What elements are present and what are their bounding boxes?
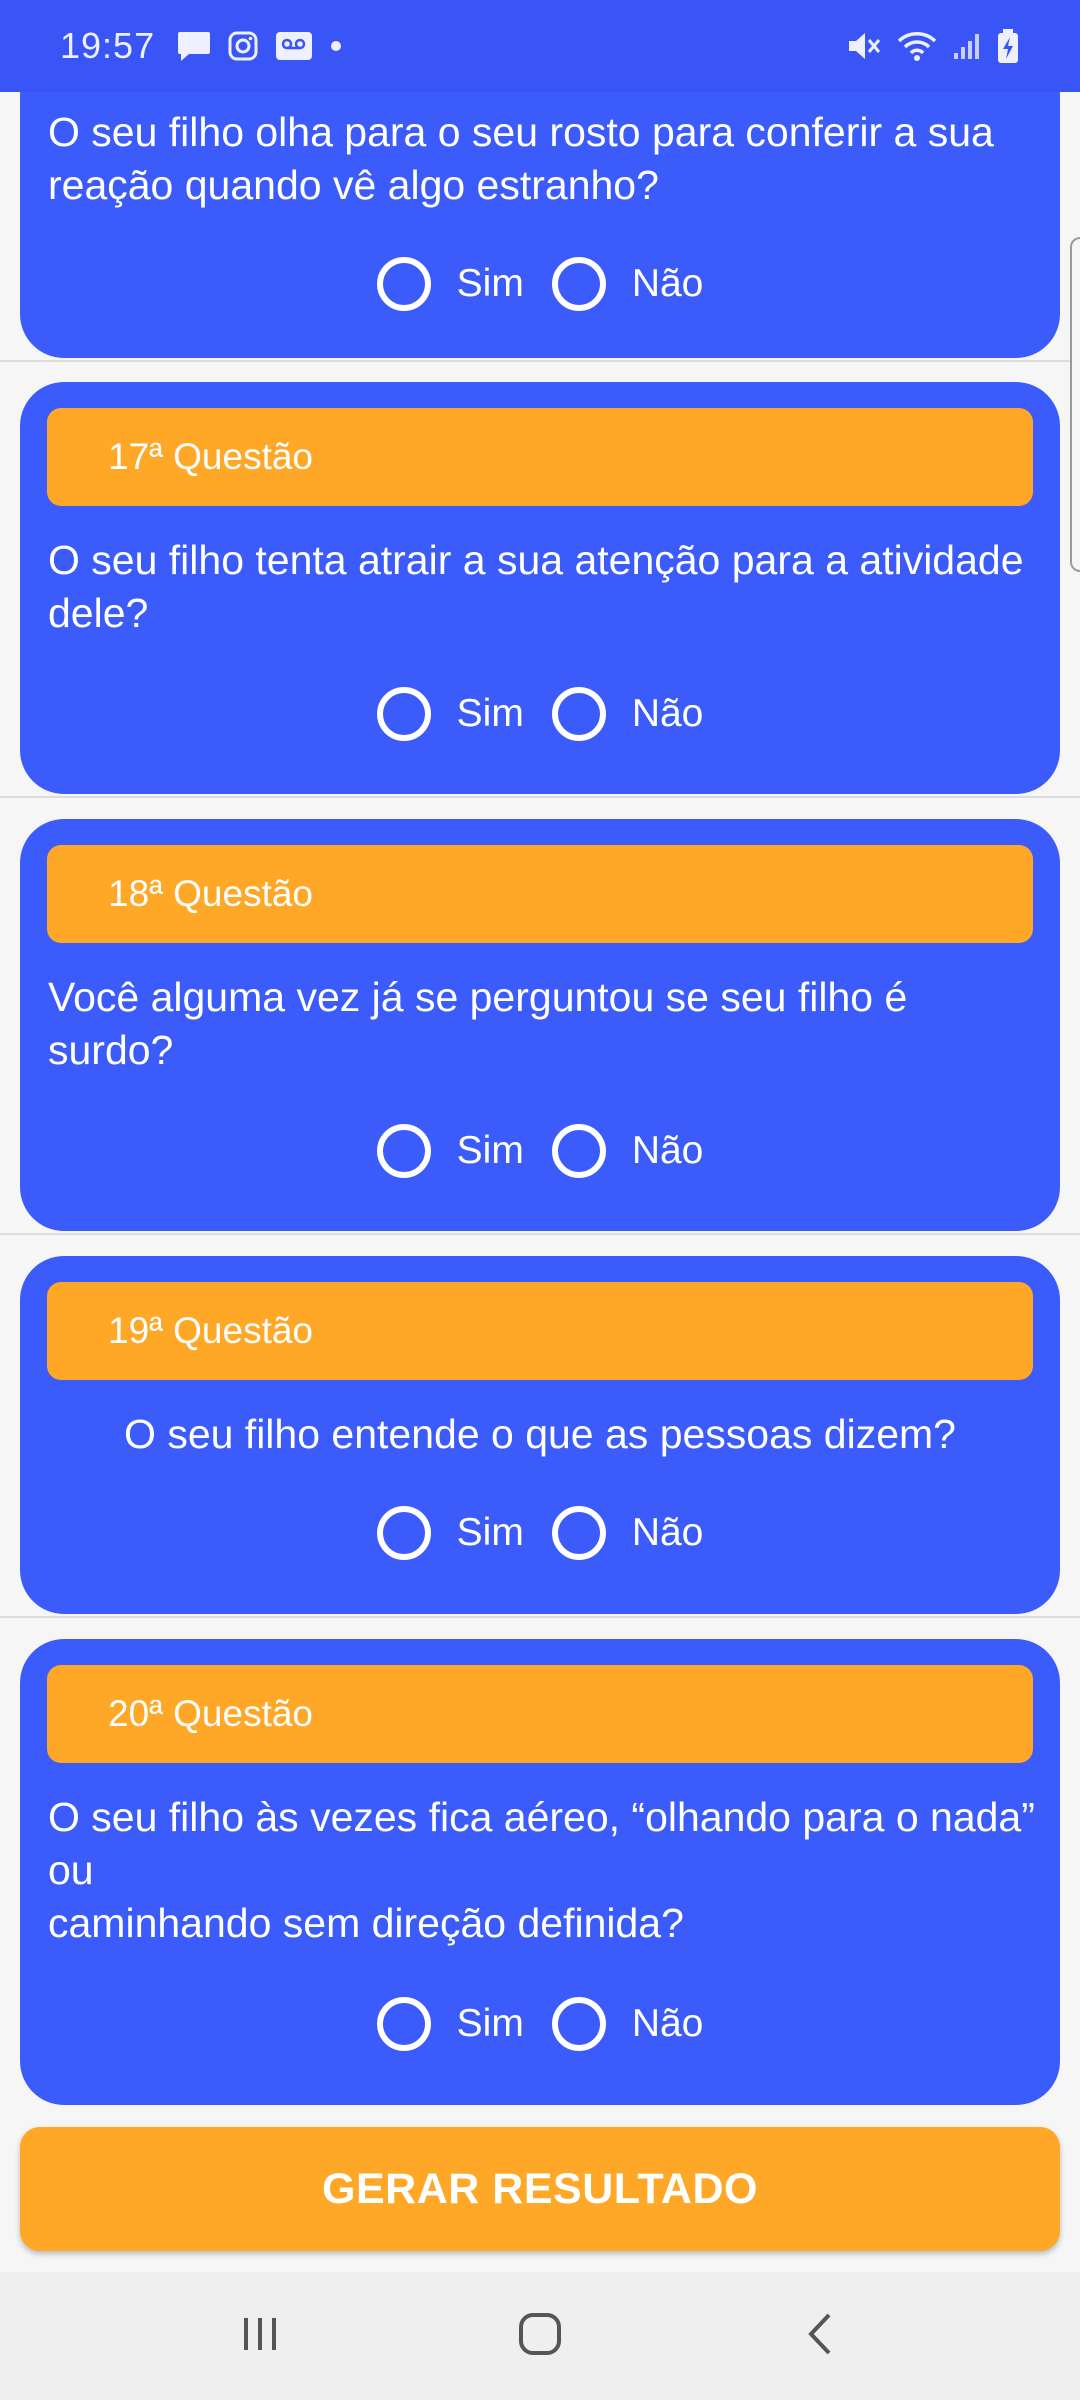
question-number: 19ª Questão xyxy=(108,1310,313,1351)
divider xyxy=(0,1233,1080,1235)
question-text: O seu filho olha para o seu rosto para c… xyxy=(48,109,994,208)
home-button[interactable] xyxy=(480,2286,600,2386)
option-label: Não xyxy=(631,1511,704,1554)
option-yes[interactable]: Sim xyxy=(376,1997,524,2051)
radio-button[interactable] xyxy=(551,1124,606,1178)
option-no[interactable]: Não xyxy=(551,1997,704,2051)
signal-icon xyxy=(952,31,982,61)
radio-button[interactable] xyxy=(376,1997,431,2051)
divider xyxy=(0,360,1080,362)
divider xyxy=(0,796,1080,798)
question-number: 20ª Questão xyxy=(108,1693,313,1734)
scrollbar[interactable] xyxy=(1070,237,1080,572)
question-header: 19ª Questão xyxy=(47,1282,1033,1380)
answer-options: Sim Não xyxy=(20,257,1060,311)
question-text: O seu filho tenta atrair a sua atenção p… xyxy=(48,537,1024,636)
voicemail-icon xyxy=(275,31,313,61)
generate-result-label: GERAR RESULTADO xyxy=(322,2164,758,2213)
answer-options: Sim Não xyxy=(20,1124,1060,1178)
question-header: 17ª Questão xyxy=(47,408,1033,506)
radio-button[interactable] xyxy=(376,1506,431,1560)
radio-button[interactable] xyxy=(376,687,431,741)
option-label: Sim xyxy=(456,1129,524,1172)
option-label: Sim xyxy=(456,2002,524,2045)
option-no[interactable]: Não xyxy=(551,1124,704,1178)
back-icon xyxy=(803,2311,837,2362)
generate-result-button[interactable]: GERAR RESULTADO xyxy=(20,2127,1060,2251)
question-header: 20ª Questão xyxy=(47,1665,1033,1763)
recents-icon xyxy=(238,2314,282,2359)
instagram-icon xyxy=(227,30,259,62)
answer-options: Sim Não xyxy=(20,687,1060,741)
status-time: 19:57 xyxy=(60,25,156,66)
answer-options: Sim Não xyxy=(20,1506,1060,1560)
question-text: O seu filho entende o que as pessoas diz… xyxy=(124,1411,956,1457)
status-left-icons xyxy=(177,30,343,62)
recents-button[interactable] xyxy=(200,2286,320,2386)
navigation-bar xyxy=(0,2272,1080,2400)
divider xyxy=(0,1616,1080,1618)
dot-icon xyxy=(329,39,343,53)
option-no[interactable]: Não xyxy=(551,1506,704,1560)
option-label: Não xyxy=(631,692,704,735)
option-no[interactable]: Não xyxy=(551,257,704,311)
question-number: 17ª Questão xyxy=(108,436,313,477)
question-card: 17ª Questão O seu filho tenta atrair a s… xyxy=(20,382,1060,794)
wifi-icon xyxy=(896,29,938,63)
question-card: 18ª Questão Você alguma vez já se pergun… xyxy=(20,819,1060,1231)
option-label: Sim xyxy=(456,692,524,735)
option-label: Não xyxy=(631,262,704,305)
question-text: O seu filho às vezes fica aéreo, “olhand… xyxy=(48,1794,1035,1946)
status-bar: 19:57 xyxy=(0,0,1080,92)
option-no[interactable]: Não xyxy=(551,687,704,741)
question-card: O seu filho olha para o seu rosto para c… xyxy=(20,92,1060,358)
question-card: 19ª Questão O seu filho entende o que as… xyxy=(20,1256,1060,1614)
option-label: Não xyxy=(631,2002,704,2045)
mute-icon xyxy=(846,29,882,63)
radio-button[interactable] xyxy=(551,1997,606,2051)
option-label: Sim xyxy=(456,1511,524,1554)
option-label: Sim xyxy=(456,262,524,305)
radio-button[interactable] xyxy=(376,1124,431,1178)
radio-button[interactable] xyxy=(376,257,431,311)
question-card: 20ª Questão O seu filho às vezes fica aé… xyxy=(20,1639,1060,2105)
status-right-icons xyxy=(846,28,1020,64)
option-yes[interactable]: Sim xyxy=(376,1124,524,1178)
question-number: 18ª Questão xyxy=(108,873,313,914)
answer-options: Sim Não xyxy=(20,1997,1060,2051)
radio-button[interactable] xyxy=(551,687,606,741)
radio-button[interactable] xyxy=(551,257,606,311)
option-yes[interactable]: Sim xyxy=(376,257,524,311)
question-text: Você alguma vez já se perguntou se seu f… xyxy=(48,974,908,1073)
message-icon xyxy=(177,30,211,62)
option-yes[interactable]: Sim xyxy=(376,1506,524,1560)
back-button[interactable] xyxy=(760,2286,880,2386)
home-icon xyxy=(517,2311,563,2362)
radio-button[interactable] xyxy=(551,1506,606,1560)
option-label: Não xyxy=(631,1129,704,1172)
battery-charging-icon xyxy=(996,28,1020,64)
question-header: 18ª Questão xyxy=(47,845,1033,943)
option-yes[interactable]: Sim xyxy=(376,687,524,741)
question-list[interactable]: O seu filho olha para o seu rosto para c… xyxy=(0,92,1080,2272)
